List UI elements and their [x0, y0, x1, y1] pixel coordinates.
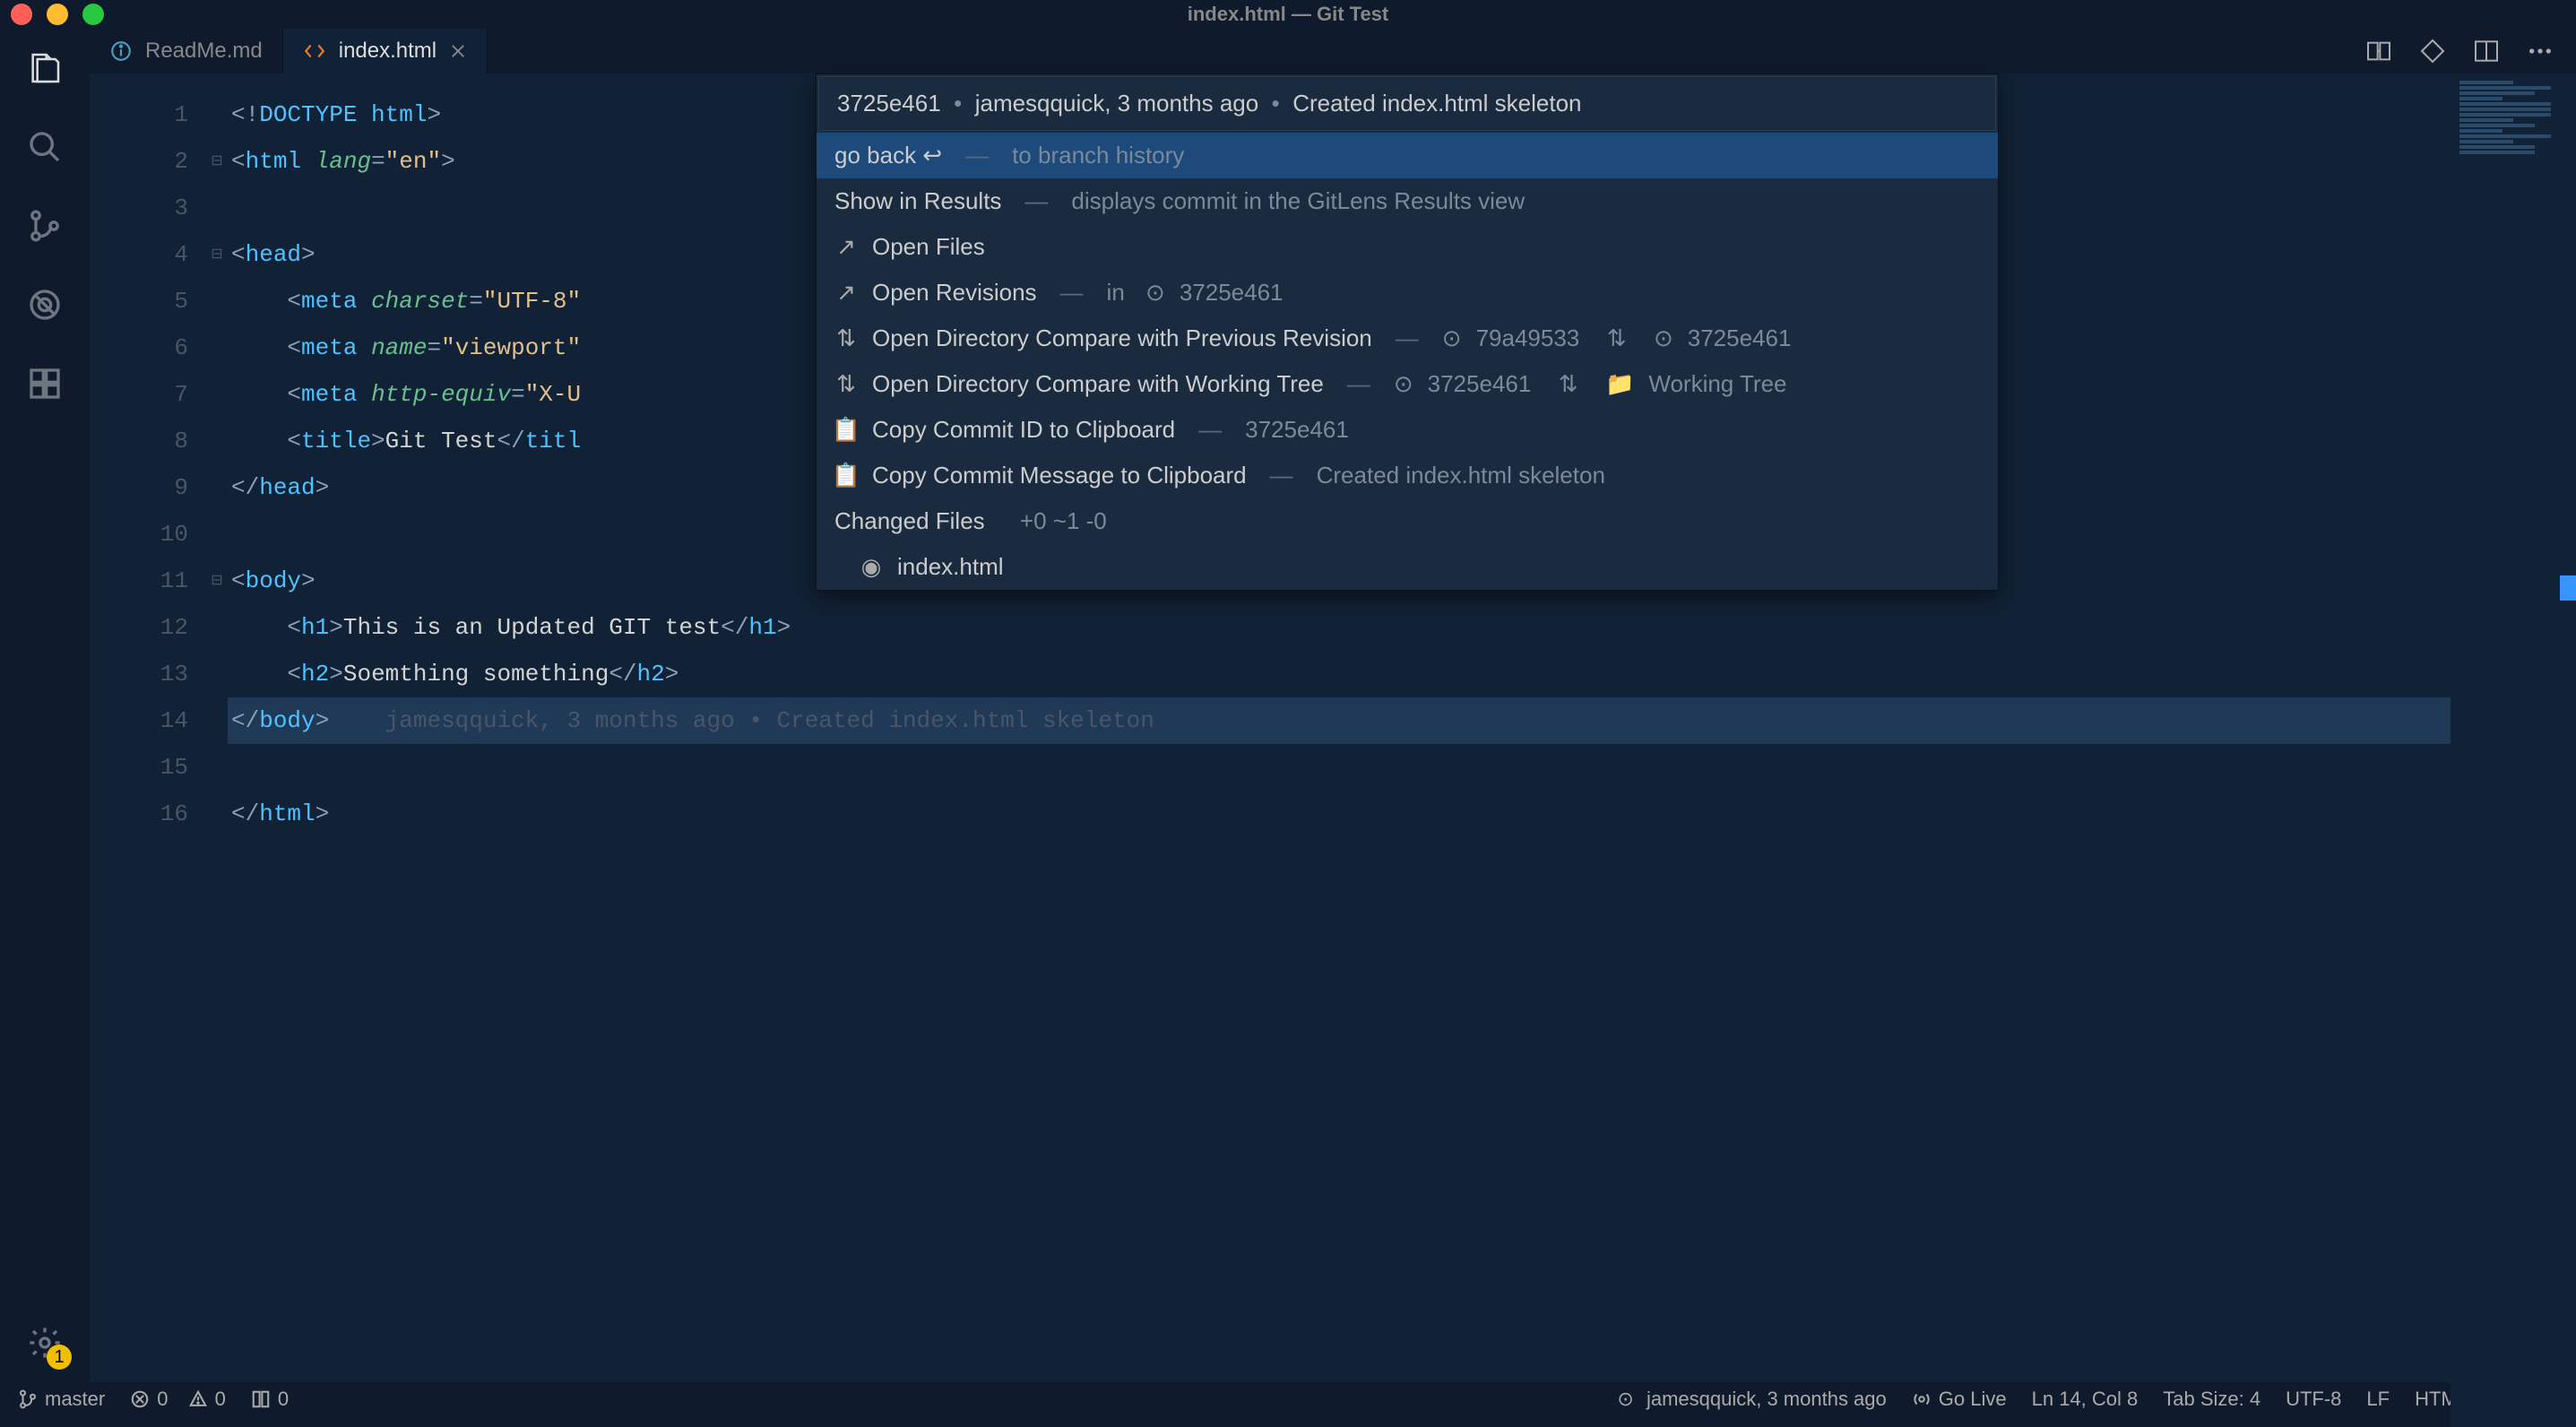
source-control-icon[interactable] [23, 204, 66, 247]
close-window-button[interactable] [11, 4, 32, 25]
code-icon [303, 39, 326, 63]
tab-readme[interactable]: ReadMe.md [90, 29, 283, 74]
status-go-live[interactable]: Go Live [1912, 1388, 2007, 1411]
picker-item-file[interactable]: ◉ index.html [817, 544, 1998, 590]
picker-item-show-in-results[interactable]: Show in Results — displays commit in the… [817, 178, 1998, 224]
picker-item-go-back[interactable]: go back ↩ — to branch history [817, 133, 1998, 178]
fold-icon[interactable]: ⊟ [206, 231, 228, 278]
maximize-window-button[interactable] [82, 4, 104, 25]
minimize-window-button[interactable] [47, 4, 68, 25]
open-changes-icon[interactable] [2418, 37, 2447, 65]
file-modified-icon: ◉ [860, 556, 883, 579]
picker-item-changed-files[interactable]: Changed Files +0 ~1 -0 [817, 498, 1998, 544]
gitlens-commit-picker: 3725e461 • jamesqquick, 3 months ago • C… [816, 74, 1999, 591]
warning-icon [188, 1389, 208, 1409]
explorer-icon[interactable] [23, 47, 66, 90]
status-bar: master 0 0 0 ⊙ jamesqquick, 3 months ago… [0, 1382, 2576, 1416]
split-editor-icon[interactable] [2472, 37, 2501, 65]
tab-label: index.html [339, 39, 437, 64]
status-cursor-pos[interactable]: Ln 14, Col 8 [2032, 1388, 2139, 1411]
status-errors[interactable]: 0 0 [130, 1388, 226, 1411]
clipboard-icon: 📋 [834, 464, 858, 488]
picker-list: go back ↩ — to branch history Show in Re… [817, 133, 1998, 590]
open-file-icon: ↗ [834, 281, 858, 305]
clipboard-icon: 📋 [834, 419, 858, 442]
status-tab-size[interactable]: Tab Size: 4 [2163, 1388, 2260, 1411]
status-eol[interactable]: LF [2366, 1388, 2390, 1411]
compare-icon: ⇅ [834, 373, 858, 396]
fold-gutter: ⊟ ⊟ ⊟ [206, 74, 228, 1382]
line-number-gutter: 1 2 3 4 5 6 7 8 9 10 11 12 13 14 15 16 [90, 74, 206, 1382]
picker-item-open-files[interactable]: ↗ Open Files [817, 224, 1998, 270]
overview-ruler-cursor [2560, 575, 2576, 601]
open-file-icon: ↗ [834, 236, 858, 259]
activity-bar: 1 [0, 29, 90, 1382]
compare-icon: ⇅ [834, 327, 858, 350]
info-icon [109, 39, 133, 63]
broadcast-icon [1912, 1389, 1932, 1409]
status-encoding[interactable]: UTF-8 [2286, 1388, 2341, 1411]
more-actions-icon[interactable] [2526, 37, 2554, 65]
status-blame[interactable]: ⊙ jamesqquick, 3 months ago [1617, 1388, 1886, 1411]
tab-index-html[interactable]: index.html [283, 29, 488, 74]
update-badge: 1 [47, 1345, 72, 1370]
settings-gear-icon[interactable]: 1 [23, 1321, 66, 1364]
compare-changes-icon[interactable] [2364, 37, 2393, 65]
fold-icon[interactable]: ⊟ [206, 558, 228, 604]
window-controls [11, 4, 104, 25]
tab-label: ReadMe.md [145, 39, 263, 64]
picker-header: 3725e461 • jamesqquick, 3 months ago • C… [818, 76, 1996, 131]
picker-item-copy-commit-id[interactable]: 📋 Copy Commit ID to Clipboard — 3725e461 [817, 407, 1998, 453]
extensions-icon[interactable] [23, 362, 66, 405]
tab-bar: ReadMe.md index.html [90, 29, 2576, 74]
editor-area: ReadMe.md index.html 1 2 3 4 5 [90, 29, 2576, 1382]
picker-item-open-revisions[interactable]: ↗ Open Revisions — in ⊙ 3725e461 [817, 270, 1998, 316]
debug-icon[interactable] [23, 283, 66, 326]
close-icon[interactable] [449, 42, 467, 60]
gitlens-blame-annotation: jamesqquick, 3 months ago • Created inde… [329, 707, 1154, 734]
title-bar: index.html — Git Test [0, 0, 2576, 29]
branch-icon [18, 1389, 38, 1409]
status-branch[interactable]: master [18, 1388, 105, 1411]
editor-actions [2364, 29, 2576, 74]
picker-item-compare-working-tree[interactable]: ⇅ Open Directory Compare with Working Tr… [817, 361, 1998, 407]
search-icon[interactable] [23, 125, 66, 169]
minimap[interactable] [2451, 74, 2576, 1427]
picker-item-copy-commit-message[interactable]: 📋 Copy Commit Message to Clipboard — Cre… [817, 453, 1998, 498]
status-git-stat[interactable]: 0 [251, 1388, 289, 1411]
window-title: index.html — Git Test [1188, 3, 1389, 26]
error-icon [130, 1389, 150, 1409]
diff-icon [251, 1389, 271, 1409]
fold-icon[interactable]: ⊟ [206, 138, 228, 185]
picker-item-compare-previous[interactable]: ⇅ Open Directory Compare with Previous R… [817, 316, 1998, 361]
